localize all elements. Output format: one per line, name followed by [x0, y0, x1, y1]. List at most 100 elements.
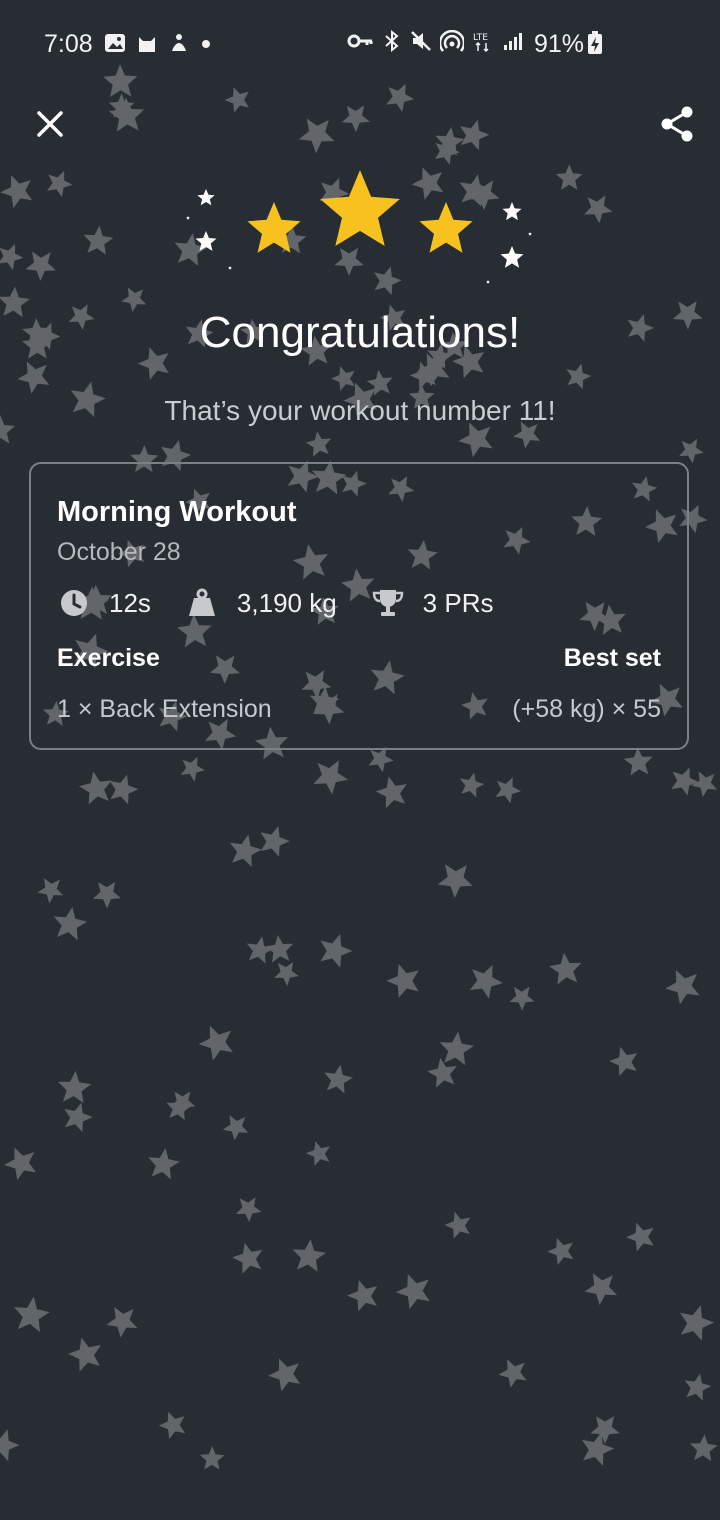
confetti-star: [305, 1141, 330, 1166]
sparkle-star: [500, 246, 524, 268]
confetti-star: [229, 834, 262, 867]
sparkle-star: [528, 232, 532, 236]
confetti-star: [590, 1416, 620, 1445]
confetti-star: [437, 864, 473, 898]
battery-text: 91%: [534, 30, 585, 58]
confetti-star: [341, 105, 370, 133]
confetti-star: [395, 1273, 430, 1310]
confetti-star: [0, 1429, 20, 1462]
confetti-star: [298, 118, 335, 154]
confetti-star: [459, 772, 485, 798]
sparkle-star: [186, 216, 190, 220]
confetti-star: [199, 1446, 225, 1470]
mute-icon: [411, 31, 431, 51]
confetti-star: [198, 1025, 233, 1061]
confetti-star: [148, 1148, 180, 1180]
confetti-star: [460, 119, 490, 151]
signal-icon: [504, 33, 522, 50]
notification-icons: [104, 32, 212, 54]
weight-icon: [188, 588, 215, 616]
confetti-star: [180, 756, 205, 782]
confetti-star: [260, 826, 290, 857]
confetti-star: [584, 1273, 618, 1306]
sparkle-star: [502, 202, 522, 221]
confetti-star: [246, 936, 274, 964]
close-button[interactable]: [30, 104, 70, 144]
dot-icon: [202, 40, 210, 48]
confetti-star: [222, 1115, 249, 1141]
confetti-star: [320, 934, 353, 968]
gallery-icon: [105, 34, 125, 52]
system-icons: LTE: [346, 30, 524, 52]
confetti-star: [274, 961, 299, 986]
confetti-star: [469, 964, 503, 999]
status-time: 7:08: [44, 30, 93, 58]
status-bar: 7:08 LTE 91%: [0, 0, 720, 90]
volume-value: 3,190 kg: [236, 587, 337, 618]
confetti-star: [305, 431, 332, 457]
workout-summary-card: Morning Workout October 28 12s 3,190 kg …: [29, 462, 689, 750]
confetti-star: [268, 1358, 301, 1392]
confetti-star: [235, 1197, 262, 1223]
confetti-star: [292, 1239, 326, 1272]
bluetooth-icon: [385, 30, 399, 52]
confetti-star: [680, 1305, 715, 1341]
confetti-star: [232, 1242, 263, 1274]
confetti-star: [495, 777, 522, 804]
trophy-icon: [372, 590, 403, 616]
confetti-star: [64, 1102, 93, 1133]
battery-percent: 91%: [534, 30, 603, 59]
confetti-star: [14, 1296, 50, 1333]
confetti-star: [347, 1280, 378, 1312]
confetti-star: [665, 969, 700, 1005]
confetti-star: [0, 175, 33, 208]
gold-star-right: [419, 202, 473, 253]
confetti-star: [324, 1064, 354, 1094]
confetti-star: [78, 771, 112, 805]
sparkle-star: [486, 280, 490, 284]
confetti-star: [83, 225, 114, 255]
confetti-star: [58, 1070, 92, 1104]
confetti-star: [158, 1411, 186, 1439]
workout-name: Morning Workout: [57, 496, 297, 528]
confetti-star: [671, 767, 699, 796]
confetti-star: [547, 1237, 574, 1265]
best-set-column-header: Best set: [563, 644, 661, 672]
workout-number-text: That’s your workout number 11!: [164, 395, 556, 426]
svg-text:LTE: LTE: [473, 33, 488, 43]
confetti-star: [609, 1046, 638, 1077]
confetti-star: [0, 244, 24, 271]
share-button[interactable]: [658, 104, 698, 144]
confetti-star: [439, 1031, 474, 1066]
confetti-star: [68, 1337, 101, 1372]
gold-star-center: [320, 170, 400, 246]
meditation-icon: [172, 34, 186, 51]
confetti-star: [626, 1222, 654, 1252]
confetti-star: [549, 952, 582, 985]
workout-stats: 12s 3,190 kg 3 PRs: [57, 586, 527, 620]
confetti-star: [17, 361, 50, 394]
confetti-star: [3, 1147, 36, 1181]
sparkle-star: [197, 189, 215, 206]
congratulations-title: Congratulations!: [199, 308, 521, 357]
confetti-star: [25, 251, 56, 281]
clock-icon: [61, 590, 87, 616]
confetti-star: [106, 1307, 138, 1338]
confetti-star: [555, 164, 583, 190]
best-set-cell: (+58 kg) × 55: [512, 695, 661, 723]
confetti-star: [509, 986, 535, 1011]
confetti-star: [584, 195, 613, 224]
confetti-star: [93, 881, 121, 909]
confetti-star: [53, 906, 88, 941]
sparkle-star: [195, 231, 217, 251]
confetti-star: [689, 1434, 718, 1462]
confetti-star: [566, 363, 592, 390]
confetti-star: [37, 878, 64, 904]
share-icon: [661, 106, 693, 142]
battery-charging-icon: [588, 31, 603, 54]
gold-star-left: [247, 202, 301, 253]
confetti-star: [444, 1211, 471, 1239]
confetti-star: [46, 170, 73, 198]
confetti-star: [375, 776, 407, 809]
workout-date: October 28: [57, 538, 181, 566]
